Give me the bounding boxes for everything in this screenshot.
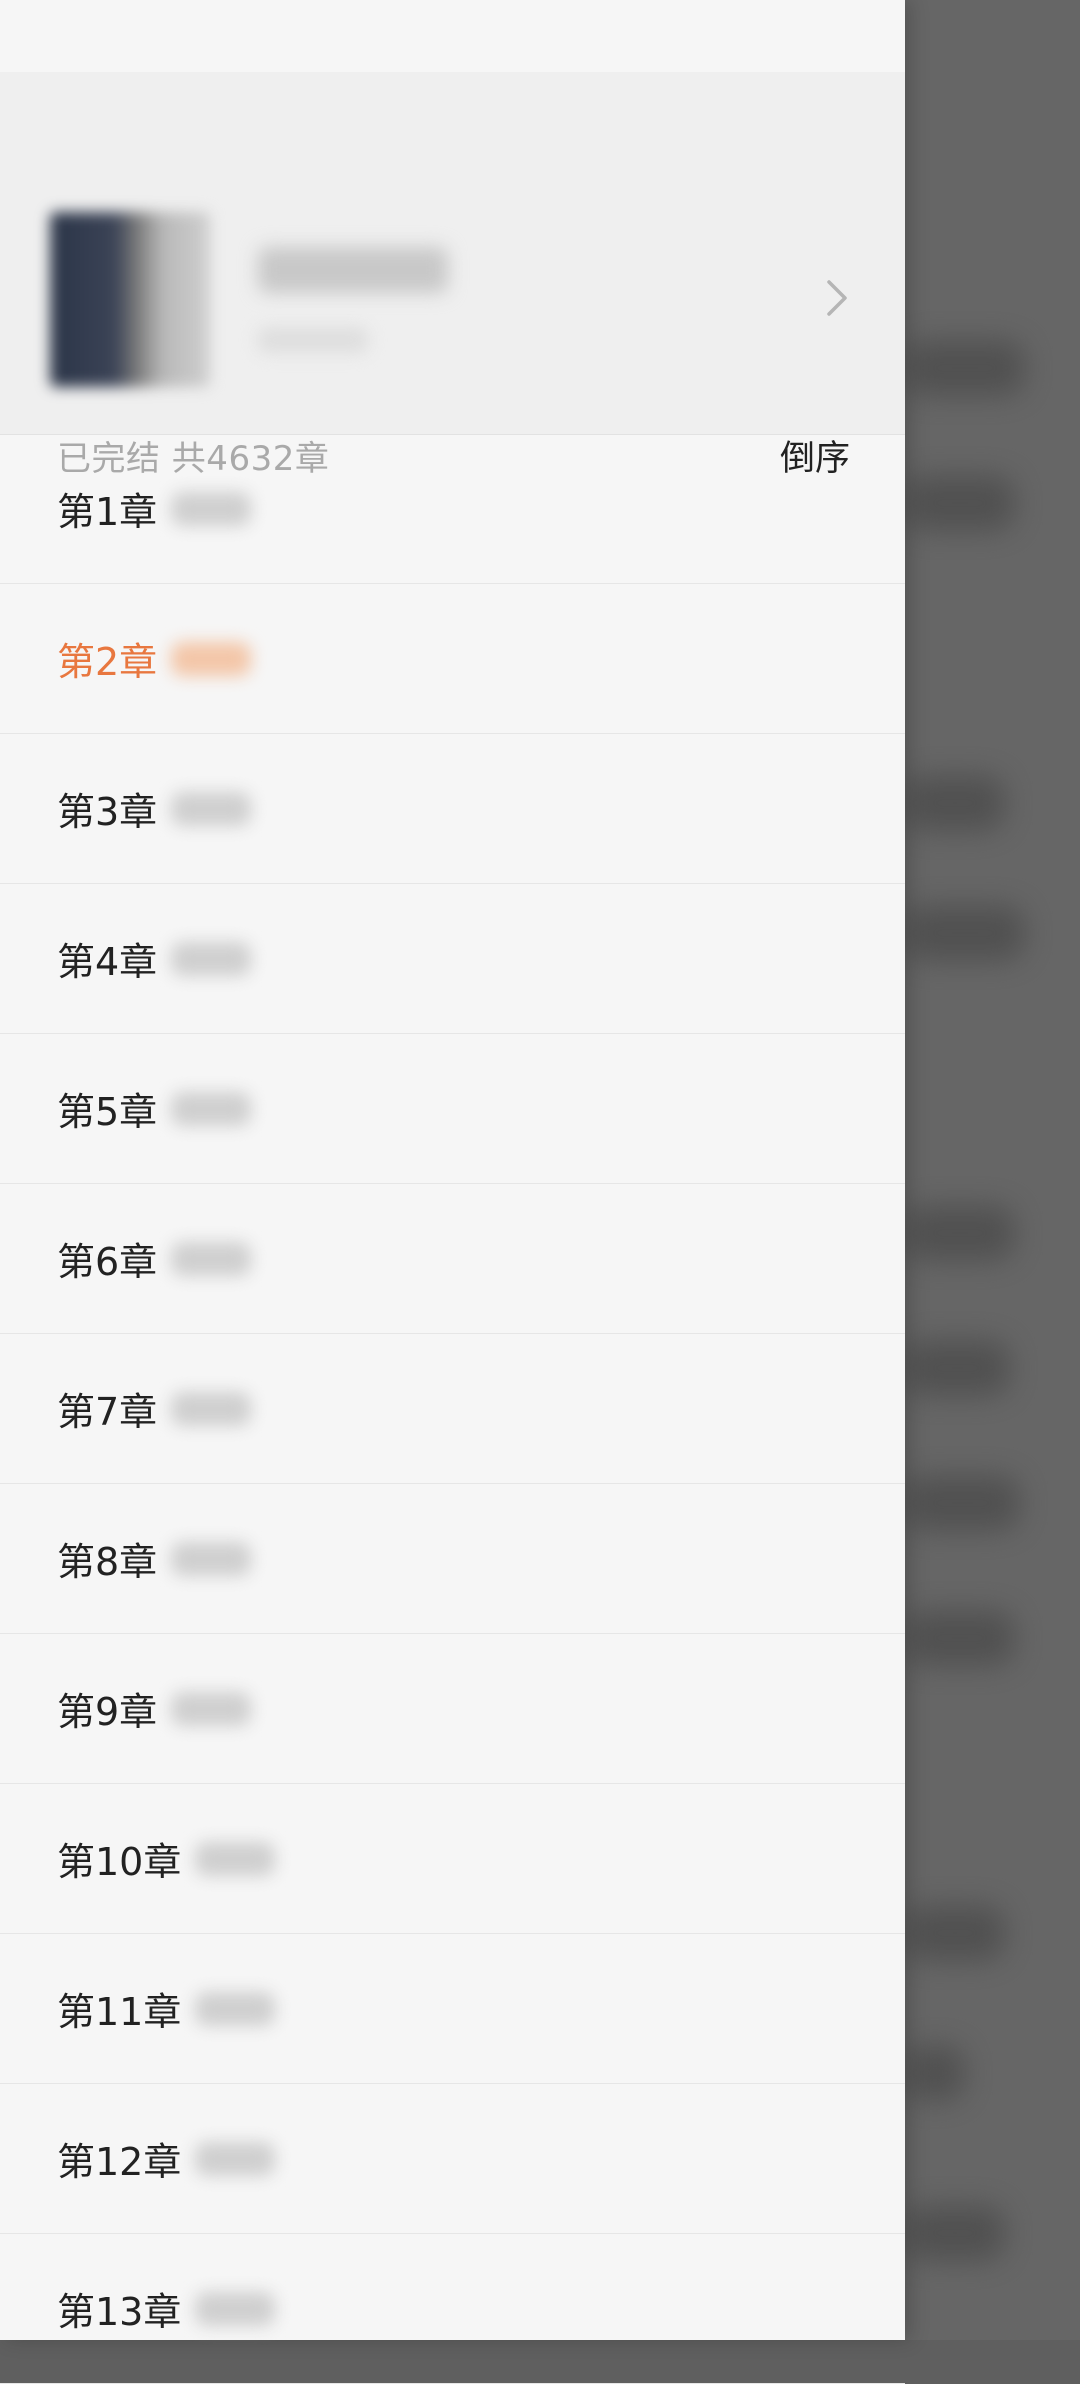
chapter-title-blurred <box>171 1691 252 1726</box>
chapter-label: 第9章 <box>57 1690 158 1734</box>
chapter-title-blurred <box>171 1391 252 1426</box>
chapter-label: 第10章 <box>57 1840 182 1884</box>
chevron-right-icon <box>825 278 849 318</box>
chapter-row[interactable]: 第7章 <box>0 1334 905 1484</box>
chapter-list: 第1章第2章第3章第4章第5章第6章第7章第8章第9章第10章第11章第12章第… <box>0 434 905 2384</box>
chapter-row[interactable]: 第13章 <box>0 2234 905 2384</box>
chapter-label: 第7章 <box>57 1390 158 1434</box>
blurred-text <box>905 1205 1015 1261</box>
blurred-text <box>905 1340 1010 1396</box>
chapter-label: 第12章 <box>57 2140 182 2184</box>
chapter-title-blurred <box>171 491 252 526</box>
chapter-title-blurred <box>195 1991 276 2026</box>
chapter-label: 第11章 <box>57 1990 182 2034</box>
blurred-text <box>905 475 1015 531</box>
chapter-title-blurred <box>171 641 252 676</box>
book-cover <box>50 212 210 387</box>
chapter-row[interactable]: 第6章 <box>0 1184 905 1334</box>
chapter-label: 第2章 <box>57 640 158 684</box>
chapter-row[interactable]: 第12章 <box>0 2084 905 2234</box>
book-detail-button[interactable] <box>815 272 859 324</box>
chapter-label: 第4章 <box>57 940 158 984</box>
chapter-label: 第6章 <box>57 1240 158 1284</box>
status-bar-area <box>0 0 905 72</box>
chapter-drawer: 已完结 共4632章 倒序 第1章第2章第3章第4章第5章第6章第7章第8章第9… <box>0 0 905 2384</box>
chapter-label: 第1章 <box>57 490 158 534</box>
blurred-text <box>905 1475 1020 1531</box>
chapter-title-blurred <box>171 791 252 826</box>
chapter-label: 第8章 <box>57 1540 158 1584</box>
chapter-row[interactable]: 第8章 <box>0 1484 905 1634</box>
chapter-label: 第13章 <box>57 2290 182 2334</box>
blurred-text <box>905 2205 1005 2261</box>
blurred-text <box>905 1905 1005 1961</box>
chapter-row[interactable]: 第10章 <box>0 1784 905 1934</box>
chapter-title-blurred <box>171 1241 252 1276</box>
blurred-text <box>905 905 1025 961</box>
chapter-label: 第3章 <box>57 790 158 834</box>
chapter-label: 第5章 <box>57 1090 158 1134</box>
book-header[interactable]: 已完结 共4632章 倒序 <box>0 72 905 479</box>
chapter-row[interactable]: 第1章 <box>0 434 905 584</box>
blurred-text <box>905 340 1025 396</box>
chapter-title-blurred <box>171 1541 252 1576</box>
chapter-row[interactable]: 第3章 <box>0 734 905 884</box>
chapter-row[interactable]: 第11章 <box>0 1934 905 2084</box>
book-author-blurred <box>258 327 368 353</box>
chapter-row[interactable]: 第4章 <box>0 884 905 1034</box>
book-title-blurred <box>258 247 448 293</box>
chapter-title-blurred <box>171 941 252 976</box>
blurred-text <box>905 2045 965 2101</box>
chapter-title-blurred <box>195 2141 276 2176</box>
chapter-title-blurred <box>171 1091 252 1126</box>
chapter-row[interactable]: 第5章 <box>0 1034 905 1184</box>
chapter-row[interactable]: 第2章 <box>0 584 905 734</box>
chapter-title-blurred <box>195 2291 276 2326</box>
blurred-text <box>905 775 1005 831</box>
blurred-text <box>905 1610 1015 1666</box>
chapter-title-blurred <box>195 1841 276 1876</box>
chapter-row[interactable]: 第9章 <box>0 1634 905 1784</box>
